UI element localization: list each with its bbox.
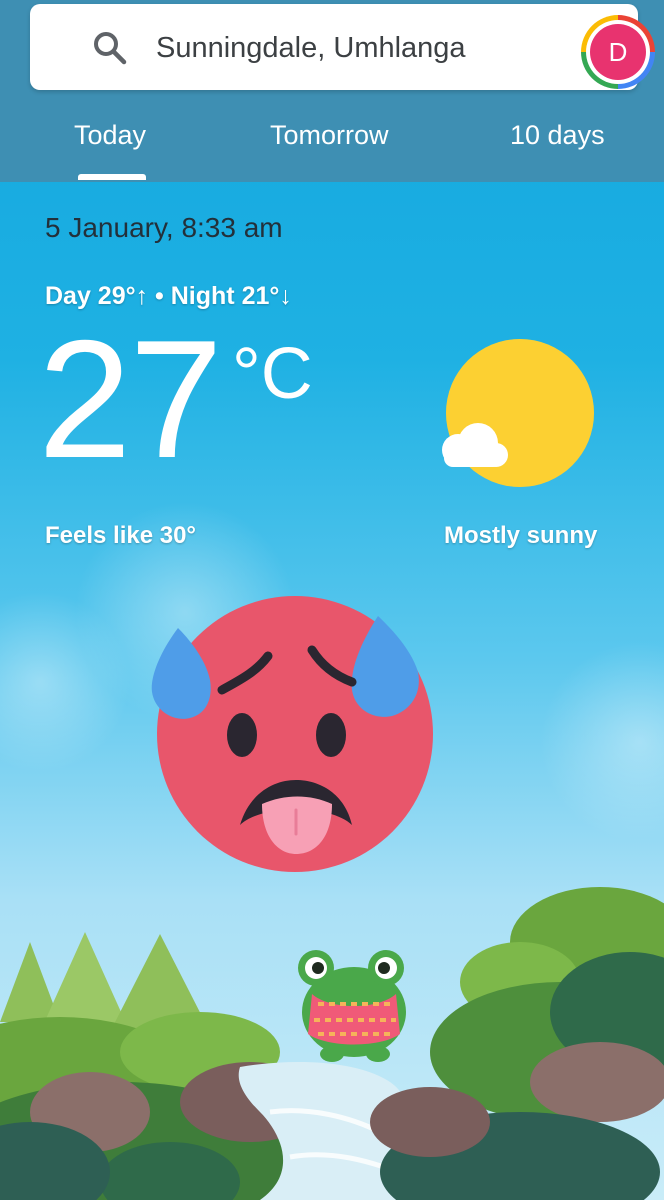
header: Sunningdale, Umhlanga D Today Tomorrow 1… — [0, 0, 664, 182]
sun-with-cloud-icon — [442, 339, 594, 487]
weather-screen: Sunningdale, Umhlanga D Today Tomorrow 1… — [0, 0, 664, 1200]
avatar-letter: D — [590, 24, 646, 80]
background-cloud — [540, 642, 664, 842]
temperature-unit[interactable]: °C — [232, 338, 313, 410]
avatar-border: D — [586, 20, 650, 84]
tab-10-days[interactable]: 10 days — [510, 120, 605, 151]
frog-character — [298, 950, 406, 1062]
search-bar[interactable]: Sunningdale, Umhlanga D — [30, 4, 655, 90]
account-avatar[interactable]: D — [581, 15, 655, 89]
search-location-text[interactable]: Sunningdale, Umhlanga — [156, 32, 466, 65]
right-hills — [370, 887, 664, 1200]
weather-condition: Mostly sunny — [444, 522, 598, 549]
tab-tomorrow[interactable]: Tomorrow — [270, 120, 389, 151]
tab-today[interactable]: Today — [74, 120, 146, 151]
tab-selected-indicator — [78, 174, 146, 180]
current-temperature: 27 — [38, 305, 223, 493]
search-icon[interactable] — [90, 28, 130, 68]
feels-like: Feels like 30° — [45, 522, 197, 549]
date-time: 5 January, 8:33 am — [45, 212, 283, 243]
